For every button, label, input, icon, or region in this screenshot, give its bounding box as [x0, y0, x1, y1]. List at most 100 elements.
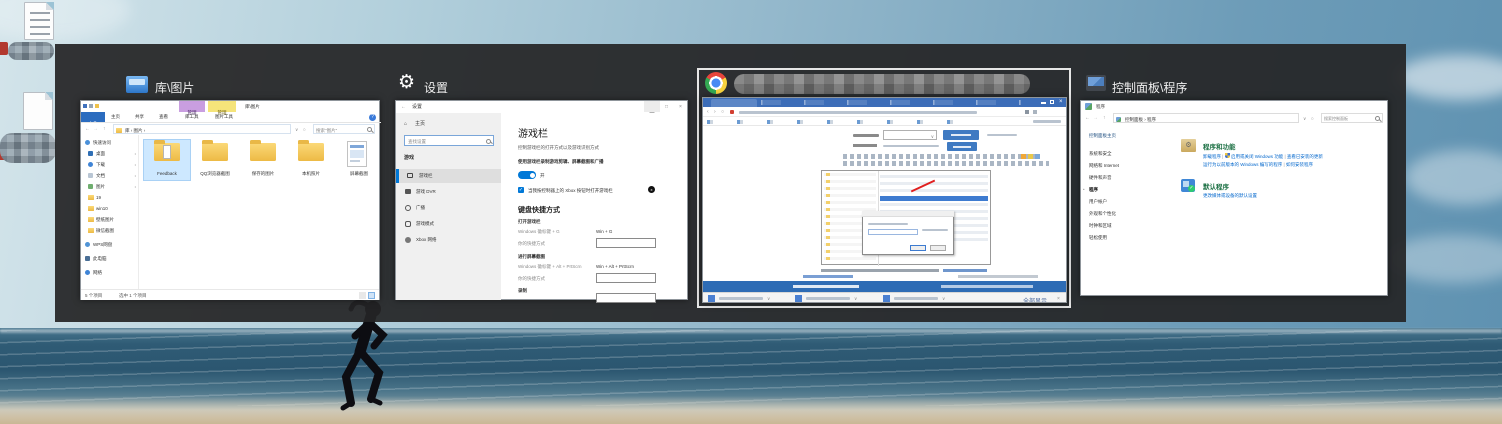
- browser-tabs-row[interactable]: [761, 100, 1021, 105]
- close-icon[interactable]: ×: [1057, 296, 1060, 302]
- sidebar-item-clock-region[interactable]: 时钟和区域: [1089, 223, 1112, 228]
- folder-label[interactable]: 屏幕截图: [335, 171, 383, 176]
- nav-folder[interactable]: win10: [81, 205, 139, 215]
- screenshot-file-icon[interactable]: [347, 141, 367, 167]
- minimize-button[interactable]: —: [644, 101, 660, 112]
- extension-icon[interactable]: [1025, 110, 1029, 114]
- picture-tools-tab[interactable]: 图片工具: [215, 114, 233, 119]
- page-link-skeleton[interactable]: [803, 275, 853, 278]
- forward-icon[interactable]: →: [1093, 115, 1098, 121]
- dropdown-icon[interactable]: ∨: [295, 127, 298, 132]
- details-view-icon[interactable]: [359, 292, 366, 299]
- text-document-icon[interactable]: [24, 2, 54, 40]
- control-panel-thumbnail[interactable]: 程序 ← → ↑ 控制面板 › 程序 ∨ ○ 搜索控制面板 控制面板主页 系统和…: [1080, 100, 1388, 296]
- download-filename-skeleton[interactable]: [719, 297, 763, 300]
- sidebar-home[interactable]: 主页: [415, 121, 425, 127]
- settings-thumbnail[interactable]: ← 设置 — □ × ⌂ 主页 查找设置 游戏 游戏栏 游戏 DVR 广播: [395, 100, 688, 300]
- nav-folder[interactable]: 壁纸图片: [81, 216, 139, 226]
- browser-tab[interactable]: [711, 99, 757, 107]
- game-bar-toggle[interactable]: [518, 171, 536, 179]
- xbox-button-checkbox[interactable]: ✓: [518, 187, 524, 193]
- up-icon[interactable]: ↑: [1103, 115, 1106, 121]
- desktop-icon-partial[interactable]: [0, 42, 8, 55]
- primary-button[interactable]: [943, 130, 979, 140]
- bookmark-items-skeleton[interactable]: [707, 120, 969, 124]
- sidebar-item-broadcasting[interactable]: 广播: [396, 201, 501, 215]
- other-bookmarks-skeleton[interactable]: [1033, 120, 1061, 123]
- close-icon[interactable]: ×: [1059, 99, 1063, 106]
- library-tools-manage-tab[interactable]: 管理: [179, 101, 205, 112]
- sidebar-item-system-security[interactable]: 系统和安全: [1089, 151, 1112, 156]
- back-icon[interactable]: ←: [401, 104, 406, 110]
- help-icon[interactable]: ?: [369, 114, 376, 121]
- sidebar-item-ease-of-access[interactable]: 轻松使用: [1089, 235, 1107, 240]
- sidebar-item-appearance[interactable]: 外观和个性化: [1089, 211, 1116, 216]
- shortcut-input[interactable]: [596, 293, 656, 303]
- folder-icon[interactable]: [154, 143, 180, 161]
- maximize-icon[interactable]: [1050, 100, 1054, 104]
- menu-icon[interactable]: [1033, 110, 1037, 114]
- folder-icon[interactable]: [298, 143, 324, 161]
- category-select[interactable]: ∨: [883, 130, 937, 140]
- thumbnail-view-icon[interactable]: [368, 292, 375, 299]
- sidebar-item-xbox-networking[interactable]: Xbox 网络: [396, 233, 501, 247]
- address-bar[interactable]: 库 › 图片 ›: [113, 124, 291, 134]
- sidebar-item-network-internet[interactable]: 网络和 Internet: [1089, 163, 1119, 168]
- default-media-settings-link[interactable]: 更改媒体或设备的默认设置: [1203, 193, 1257, 199]
- address-bar[interactable]: 控制面板 › 程序: [1113, 113, 1299, 123]
- editor-toolbar-row[interactable]: [843, 161, 1049, 166]
- chevron-down-icon[interactable]: ∨: [942, 296, 945, 301]
- back-icon[interactable]: ‹: [707, 109, 709, 115]
- sidebar-item-hardware-sound[interactable]: 硬件和声音: [1089, 175, 1112, 180]
- how-to-install-link[interactable]: 如何安装程序: [1286, 162, 1313, 167]
- sidebar-item-game-bar[interactable]: 游戏栏: [396, 169, 501, 183]
- secondary-button[interactable]: [947, 142, 977, 151]
- editor-toolbar-row[interactable]: [843, 154, 1039, 159]
- library-tools-tab[interactable]: 库工具: [185, 114, 199, 119]
- sidebar-item-home[interactable]: 控制面板主页: [1089, 133, 1116, 138]
- sidebar-item-game-mode[interactable]: 游戏模式: [396, 217, 501, 231]
- default-programs-heading[interactable]: 默认程序: [1203, 181, 1229, 191]
- file-tab[interactable]: 文件: [81, 112, 105, 122]
- forward-icon[interactable]: →: [93, 126, 98, 132]
- toolbar-color-chip[interactable]: [1021, 154, 1026, 159]
- refresh-icon[interactable]: ○: [1311, 116, 1314, 121]
- nav-pictures[interactable]: 图片•: [81, 183, 139, 193]
- shortcut-input[interactable]: [596, 273, 656, 283]
- installed-updates-link[interactable]: 查看已安装的更新: [1287, 154, 1323, 159]
- up-icon[interactable]: ↑: [103, 126, 106, 132]
- maximize-button[interactable]: □: [665, 104, 668, 110]
- nav-documents[interactable]: 文档•: [81, 172, 139, 182]
- folder-icon[interactable]: [250, 143, 276, 161]
- nav-this-pc[interactable]: 此电脑: [81, 255, 139, 265]
- nav-network[interactable]: 网络: [81, 269, 139, 279]
- refresh-icon[interactable]: ○: [303, 127, 306, 132]
- view-tab[interactable]: 查看: [159, 114, 168, 119]
- folder-icon[interactable]: [202, 143, 228, 161]
- show-all-downloads-link[interactable]: 全部显示: [1023, 296, 1047, 303]
- share-tab[interactable]: 共享: [135, 114, 144, 119]
- forward-icon[interactable]: ›: [714, 109, 716, 115]
- toolbar-color-chip[interactable]: [1035, 154, 1040, 159]
- back-icon[interactable]: ←: [85, 126, 90, 132]
- toolbar-color-chip[interactable]: [1028, 154, 1033, 159]
- shortcut-input[interactable]: [596, 238, 656, 248]
- url-text-skeleton[interactable]: [739, 111, 977, 114]
- quick-access-icon[interactable]: [83, 104, 87, 108]
- blank-document-icon[interactable]: [23, 92, 53, 130]
- explorer-thumbnail[interactable]: 管理 管理 库\图片 文件 主页 共享 查看 库工具 图片工具 ? ← → ↑ …: [80, 100, 380, 300]
- run-older-programs-link[interactable]: 运行为以前版本的 Windows 编写的程序: [1203, 162, 1282, 167]
- download-filename-skeleton[interactable]: [806, 297, 850, 300]
- nav-downloads[interactable]: 下载•: [81, 161, 139, 171]
- refresh-icon[interactable]: ○: [721, 109, 724, 115]
- folder-label[interactable]: 保存的图片: [239, 171, 287, 176]
- nav-folder[interactable]: 19: [81, 194, 139, 204]
- chevron-down-icon[interactable]: ∨: [767, 296, 770, 301]
- folder-label[interactable]: Feedback: [143, 171, 191, 176]
- chevron-down-icon[interactable]: ∨: [854, 296, 857, 301]
- quick-access-icon[interactable]: [95, 104, 99, 108]
- nav-wps-cloud[interactable]: WPS网盘: [81, 241, 139, 251]
- picture-tools-manage-tab[interactable]: 管理: [208, 101, 236, 112]
- sidebar-item-game-dvr[interactable]: 游戏 DVR: [396, 185, 501, 199]
- sidebar-item-user-accounts[interactable]: 用户帐户: [1089, 199, 1107, 204]
